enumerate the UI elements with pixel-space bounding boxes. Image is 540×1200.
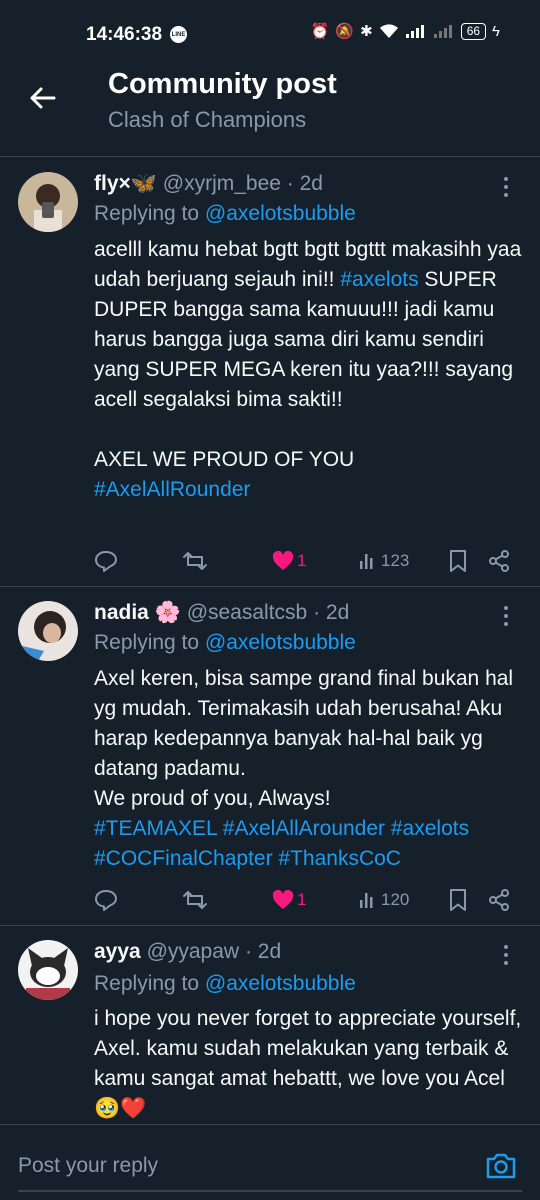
more-vertical-icon xyxy=(504,945,508,949)
like-count: 1 xyxy=(297,551,307,570)
reply-icon xyxy=(95,551,117,572)
status-icons: ⏰ 🔕 ✱ 66 ϟ xyxy=(311,22,500,40)
post-divider xyxy=(0,586,540,587)
bookmark-button[interactable] xyxy=(448,546,468,576)
bookmark-icon xyxy=(450,550,466,572)
reply-post[interactable]: ayya @yyapaw · 2d Replying to @axelotsbu… xyxy=(0,940,540,1124)
replying-to: Replying to @axelotsbubble xyxy=(94,631,356,654)
post-text: Axel keren, bisa sampe grand final bukan… xyxy=(94,664,524,874)
views-icon xyxy=(360,554,373,569)
reply-composer xyxy=(0,1124,540,1200)
replying-to: Replying to @axelotsbubble xyxy=(94,202,356,225)
post-text-segment: i hope you never forget to appreciate yo… xyxy=(94,1007,522,1120)
post-time: · 2d xyxy=(286,172,323,195)
heart-icon xyxy=(272,551,294,570)
repost-icon xyxy=(183,552,207,570)
mention-link[interactable]: @axelotsbubble xyxy=(205,972,356,995)
header: Community post Clash of Champions xyxy=(0,60,540,140)
more-options-button[interactable] xyxy=(496,603,516,629)
avatar[interactable] xyxy=(18,601,78,661)
views-button[interactable]: 123 xyxy=(358,546,409,576)
author-handle[interactable]: @yyapaw xyxy=(147,940,240,963)
camera-button[interactable] xyxy=(484,1149,518,1183)
hashtag-link[interactable]: #AxelAllRounder xyxy=(94,478,250,501)
action-bar: 1 120 xyxy=(94,885,524,915)
more-options-button[interactable] xyxy=(496,942,516,968)
signal-icon xyxy=(405,25,424,38)
share-icon xyxy=(489,889,509,911)
post-text-segment: We proud of you, Always! xyxy=(94,787,331,810)
more-vertical-icon xyxy=(504,606,508,610)
composer-underline xyxy=(18,1190,522,1192)
bookmark-button[interactable] xyxy=(448,885,468,915)
reply-post[interactable]: nadia 🌸 @seasaltcsb · 2d Replying to @ax… xyxy=(0,601,540,927)
author-handle[interactable]: @seasaltcsb xyxy=(187,601,308,624)
repost-button[interactable] xyxy=(182,885,208,915)
back-button[interactable] xyxy=(24,80,60,116)
post-time: · 2d xyxy=(313,601,350,624)
status-time: 14:46:38 xyxy=(86,24,163,45)
share-icon xyxy=(489,550,509,572)
reply-icon xyxy=(95,890,117,911)
author-name[interactable]: nadia 🌸 xyxy=(94,601,181,624)
camera-icon xyxy=(486,1153,516,1179)
signal-secondary-icon xyxy=(433,25,452,38)
reply-button[interactable] xyxy=(94,546,118,576)
reply-post[interactable]: fly×🦋 @xyrjm_bee · 2d Replying to @axelo… xyxy=(0,172,540,588)
more-options-button[interactable] xyxy=(496,174,516,200)
replying-to: Replying to @axelotsbubble xyxy=(94,972,356,995)
battery-indicator: 66 xyxy=(460,22,487,40)
share-button[interactable] xyxy=(488,546,510,576)
heart-icon xyxy=(272,890,294,909)
post-time: · 2d xyxy=(244,940,282,963)
like-button[interactable]: 1 xyxy=(272,885,306,915)
community-name: Clash of Champions xyxy=(108,107,307,132)
action-bar: 1 123 xyxy=(94,546,524,576)
mute-icon: 🔕 xyxy=(335,23,355,40)
like-button[interactable]: 1 xyxy=(272,546,306,576)
hashtag-link[interactable]: #axelots xyxy=(340,268,418,291)
author-name[interactable]: ayya xyxy=(94,940,141,963)
repost-icon xyxy=(183,891,207,909)
avatar[interactable] xyxy=(18,172,78,232)
repost-button[interactable] xyxy=(182,546,208,576)
wifi-icon xyxy=(379,24,398,38)
post-text: i hope you never forget to appreciate yo… xyxy=(94,1004,524,1124)
arrow-left-icon xyxy=(30,87,56,109)
author-name[interactable]: fly×🦋 xyxy=(94,172,157,195)
post-text-segment: AXEL WE PROUD OF YOU xyxy=(94,448,355,471)
post-divider xyxy=(0,925,540,926)
alarm-icon: ⏰ xyxy=(310,23,330,40)
views-button[interactable]: 120 xyxy=(358,885,409,915)
bookmark-icon xyxy=(450,889,466,911)
more-vertical-icon xyxy=(504,177,508,181)
like-count: 1 xyxy=(297,890,307,909)
view-count: 123 xyxy=(381,551,410,570)
hashtag-link[interactable]: #TEAMAXEL #AxelAllArounder #axelots #COC… xyxy=(94,817,469,870)
bluetooth-icon: ✱ xyxy=(360,23,373,40)
avatar[interactable] xyxy=(18,940,78,1000)
mention-link[interactable]: @axelotsbubble xyxy=(205,202,356,225)
author-handle[interactable]: @xyrjm_bee xyxy=(163,172,281,195)
reply-button[interactable] xyxy=(94,885,118,915)
share-button[interactable] xyxy=(488,885,510,915)
post-text: acelll kamu hebat bgtt bgtt bgttt makasi… xyxy=(94,235,524,505)
views-icon xyxy=(360,893,373,908)
page-title: Community post xyxy=(108,68,337,100)
view-count: 120 xyxy=(381,890,410,909)
charging-icon: ϟ xyxy=(492,22,500,40)
line-app-icon: LINE xyxy=(170,26,187,43)
reply-input[interactable] xyxy=(18,1149,458,1183)
mention-link[interactable]: @axelotsbubble xyxy=(205,631,356,654)
header-divider xyxy=(0,156,540,157)
post-text-segment: Axel keren, bisa sampe grand final bukan… xyxy=(94,667,514,780)
